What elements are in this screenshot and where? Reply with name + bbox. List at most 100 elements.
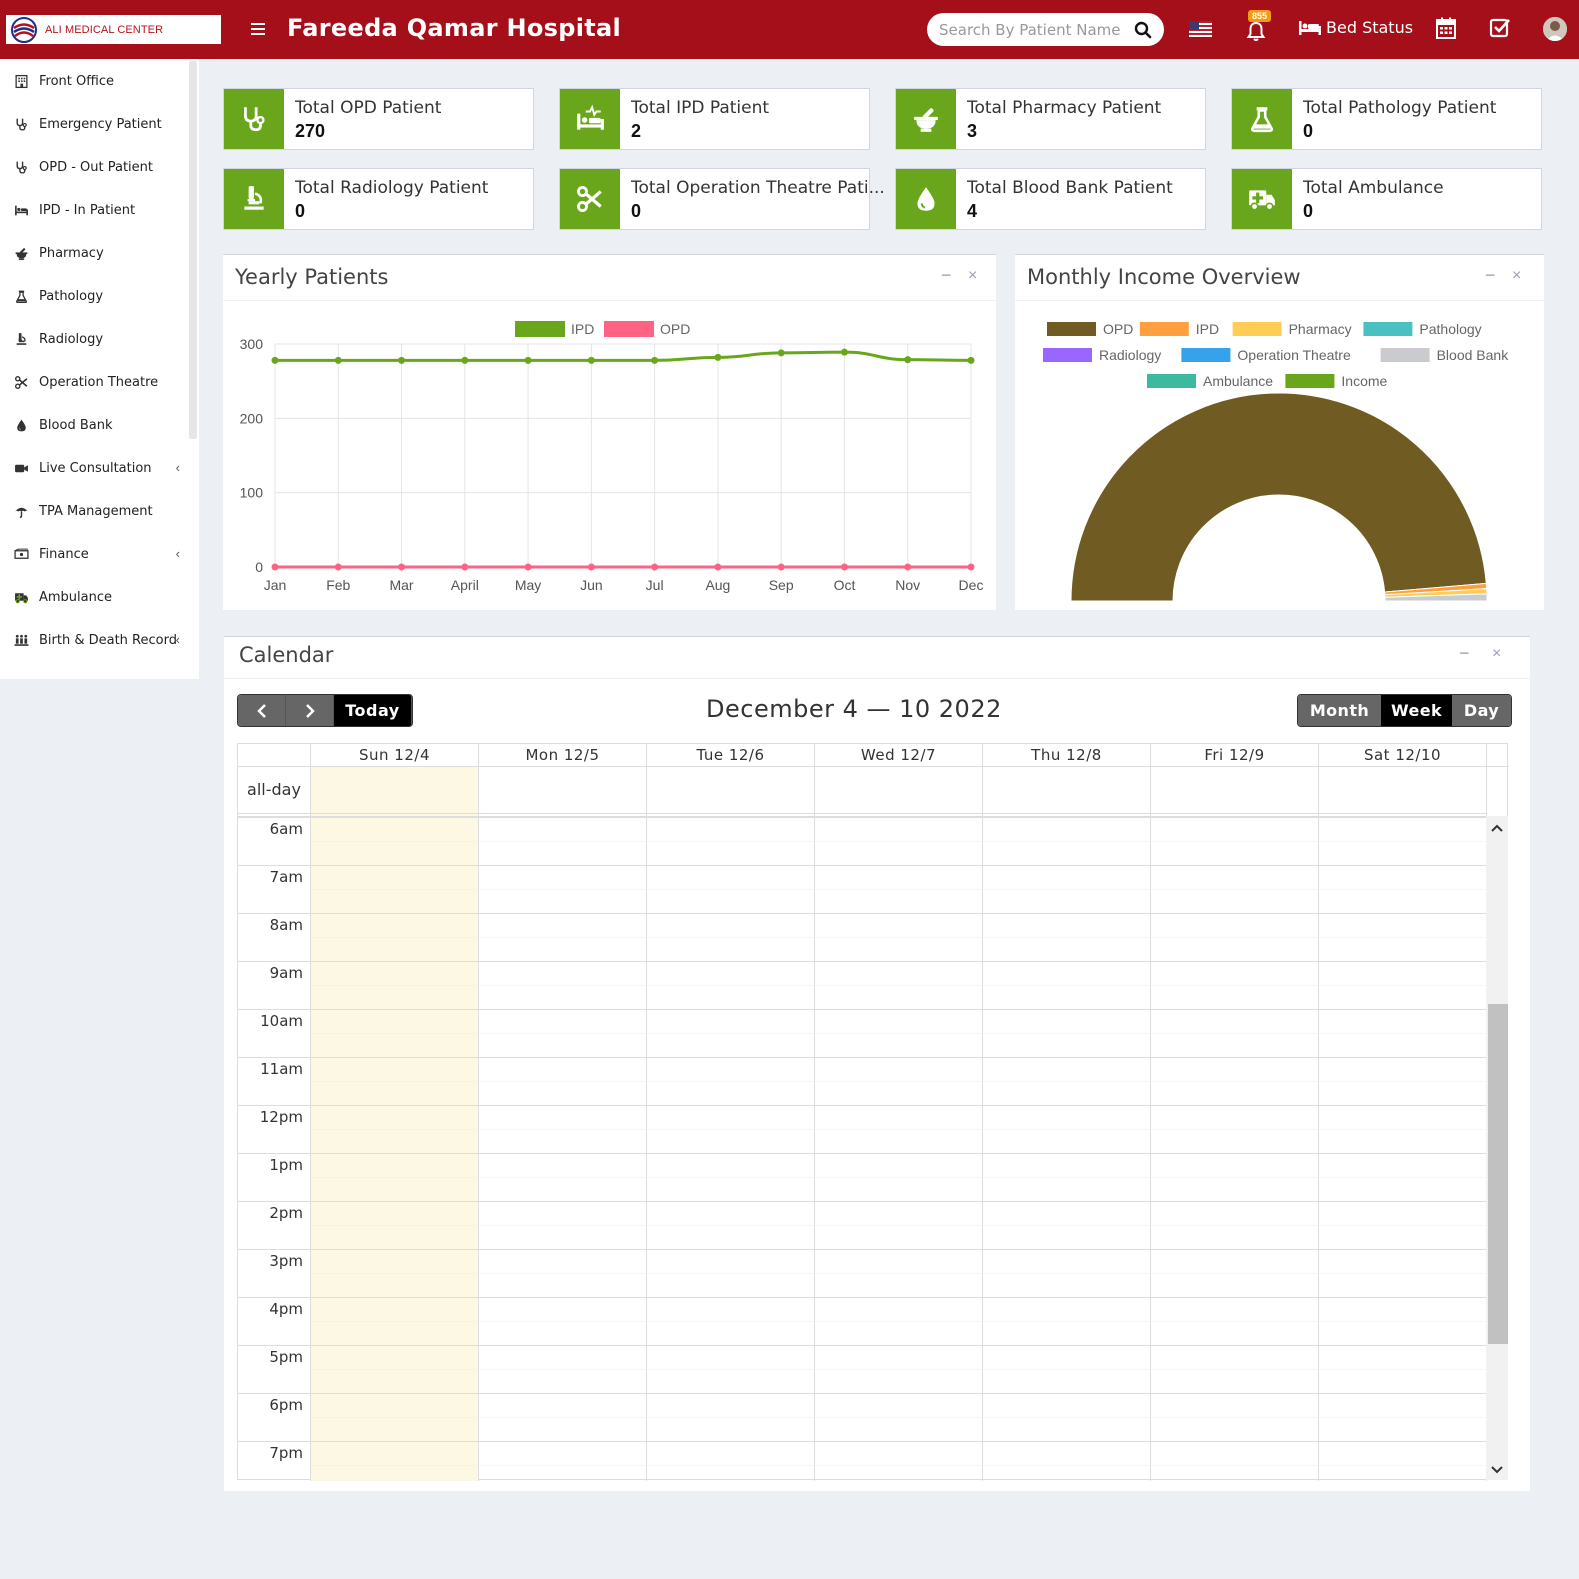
stat-box-total-opd-patient[interactable]: Total OPD Patient 270 bbox=[223, 88, 534, 150]
close-button[interactable]: × bbox=[968, 267, 977, 285]
legend-label: Pathology bbox=[1419, 321, 1481, 337]
legend-label-ipd: IPD bbox=[571, 321, 594, 337]
scroll-down-icon[interactable] bbox=[1486, 1462, 1508, 1478]
minimize-button[interactable]: − bbox=[1485, 265, 1496, 286]
day-header[interactable]: Fri 12/9 bbox=[1150, 744, 1318, 766]
sidebar-item-live-consultation[interactable]: Live Consultation ‹ bbox=[0, 447, 186, 490]
close-button[interactable]: × bbox=[1492, 645, 1501, 663]
minimize-button[interactable]: − bbox=[941, 265, 952, 286]
us-flag-icon[interactable] bbox=[1189, 21, 1212, 37]
stat-icon-box bbox=[560, 169, 620, 229]
day-header[interactable]: Thu 12/8 bbox=[982, 744, 1150, 766]
day-header[interactable]: Mon 12/5 bbox=[478, 744, 646, 766]
sidebar-item-label: Emergency Patient bbox=[39, 117, 162, 132]
stat-box-total-pharmacy-patient[interactable]: Total Pharmacy Patient 3 bbox=[895, 88, 1206, 150]
today-column-highlight bbox=[310, 767, 478, 1481]
close-button[interactable]: × bbox=[1512, 267, 1521, 285]
stethoscope-icon-wrap bbox=[14, 117, 29, 132]
y-tick-label: 0 bbox=[255, 559, 263, 575]
video-icon-wrap bbox=[14, 461, 29, 476]
x-tick-label: Mar bbox=[389, 577, 413, 593]
sidebar-item-label: Live Consultation bbox=[39, 461, 152, 476]
stat-label: Total Pathology Patient bbox=[1303, 98, 1497, 118]
calendar-icon[interactable] bbox=[1436, 17, 1456, 39]
app-title: Fareeda Qamar Hospital bbox=[287, 14, 622, 42]
data-point-ipd bbox=[840, 348, 848, 356]
week-view-button[interactable]: Week bbox=[1381, 695, 1452, 726]
stethoscope-icon-wrap bbox=[14, 160, 29, 175]
time-label: 8am bbox=[269, 916, 303, 934]
sidebar-item-opd-out-patient[interactable]: OPD - Out Patient bbox=[0, 146, 186, 189]
sidebar-item-emergency-patient[interactable]: Emergency Patient bbox=[0, 103, 186, 146]
data-point-ipd bbox=[904, 356, 912, 364]
data-point-ipd bbox=[714, 353, 722, 361]
money-icon bbox=[14, 548, 29, 559]
ambulance-icon-wrap bbox=[14, 590, 29, 605]
stat-box-total-pathology-patient[interactable]: Total Pathology Patient 0 bbox=[1231, 88, 1542, 150]
flask-icon bbox=[15, 290, 28, 304]
stat-box-total-ambulance[interactable]: Total Ambulance 0 bbox=[1231, 168, 1542, 230]
stat-box-total-radiology-patient[interactable]: Total Radiology Patient 0 bbox=[223, 168, 534, 230]
stat-icon-box bbox=[1232, 89, 1292, 149]
stat-box-total-ipd-patient[interactable]: Total IPD Patient 2 bbox=[559, 88, 870, 150]
notification-badge: 855 bbox=[1248, 10, 1272, 22]
stethoscope-icon bbox=[16, 161, 27, 174]
stethoscope-icon bbox=[244, 107, 265, 132]
chevron-left-icon: ‹ bbox=[175, 460, 180, 475]
allday-label: all-day bbox=[247, 780, 301, 799]
stat-label: Total OPD Patient bbox=[295, 98, 442, 118]
month-view-button[interactable]: Month bbox=[1298, 695, 1381, 726]
sidebar-item-tpa-management[interactable]: TPA Management bbox=[0, 490, 186, 533]
logo[interactable]: ALI MEDICAL CENTER bbox=[6, 15, 221, 44]
sidebar-item-blood-bank[interactable]: Blood Bank bbox=[0, 404, 186, 447]
legend-swatch bbox=[1285, 374, 1335, 388]
day-header[interactable]: Sat 12/10 bbox=[1318, 744, 1486, 766]
day-view-button[interactable]: Day bbox=[1452, 695, 1511, 726]
chevron-left-icon bbox=[256, 703, 266, 718]
legend-swatch bbox=[1232, 322, 1282, 336]
stat-box-total-operation-theatre-pati[interactable]: Total Operation Theatre Pati... 0 bbox=[559, 168, 885, 230]
sidebar-item-front-office[interactable]: Front Office bbox=[0, 60, 186, 103]
flask-icon bbox=[1250, 107, 1274, 133]
sidebar-item-pharmacy[interactable]: Pharmacy bbox=[0, 232, 186, 275]
user-avatar[interactable] bbox=[1543, 17, 1567, 41]
sidebar-item-radiology[interactable]: Radiology bbox=[0, 318, 186, 361]
drop-icon bbox=[17, 419, 26, 432]
calendar-scrollbar[interactable] bbox=[1486, 816, 1508, 1480]
today-button[interactable]: Today bbox=[334, 695, 412, 726]
day-header[interactable]: Sun 12/4 bbox=[310, 744, 478, 766]
stat-value: 0 bbox=[631, 201, 642, 221]
bed-status-button[interactable]: Bed Status bbox=[1298, 18, 1413, 37]
stat-box-total-blood-bank-patient[interactable]: Total Blood Bank Patient 4 bbox=[895, 168, 1206, 230]
sidebar-item-label: IPD - In Patient bbox=[39, 203, 136, 218]
scrollbar-thumb[interactable] bbox=[1488, 1004, 1508, 1344]
next-week-button[interactable] bbox=[286, 695, 334, 726]
data-point-opd bbox=[587, 563, 595, 571]
sidebar-item-ambulance[interactable]: Ambulance bbox=[0, 576, 186, 619]
prev-week-button[interactable] bbox=[238, 695, 286, 726]
legend-swatch bbox=[1139, 322, 1189, 336]
stat-label: Total Blood Bank Patient bbox=[967, 178, 1173, 198]
yearly-patients-panel: Yearly Patients − × 0 100 200 300 Jan Feb Mar A… bbox=[223, 254, 996, 610]
sidebar-item-operation-theatre[interactable]: Operation Theatre bbox=[0, 361, 186, 404]
scroll-up-icon[interactable] bbox=[1486, 820, 1508, 836]
microscope-icon bbox=[16, 333, 27, 345]
sidebar-item-pathology[interactable]: Pathology bbox=[0, 275, 186, 318]
building-icon-wrap bbox=[14, 74, 29, 89]
sidebar-item-finance[interactable]: Finance ‹ bbox=[0, 533, 186, 576]
day-header[interactable]: Tue 12/6 bbox=[646, 744, 814, 766]
task-check-icon[interactable] bbox=[1489, 17, 1511, 39]
data-point-ipd bbox=[967, 356, 975, 364]
data-point-opd bbox=[398, 563, 406, 571]
menu-toggle-button[interactable] bbox=[246, 16, 272, 42]
search-icon[interactable] bbox=[1134, 21, 1152, 39]
x-tick-label: Dec bbox=[959, 577, 984, 593]
sidebar-item-ipd-in-patient[interactable]: IPD - In Patient bbox=[0, 189, 186, 232]
search-input[interactable] bbox=[939, 19, 1129, 41]
sidebar-scrollbar[interactable] bbox=[189, 61, 197, 439]
legend-swatch bbox=[1181, 348, 1231, 362]
panel-divider bbox=[224, 678, 1530, 679]
sidebar-item-birth-death-record[interactable]: Birth & Death Record ‹ bbox=[0, 619, 186, 662]
day-header[interactable]: Wed 12/7 bbox=[814, 744, 982, 766]
minimize-button[interactable]: − bbox=[1459, 643, 1470, 664]
